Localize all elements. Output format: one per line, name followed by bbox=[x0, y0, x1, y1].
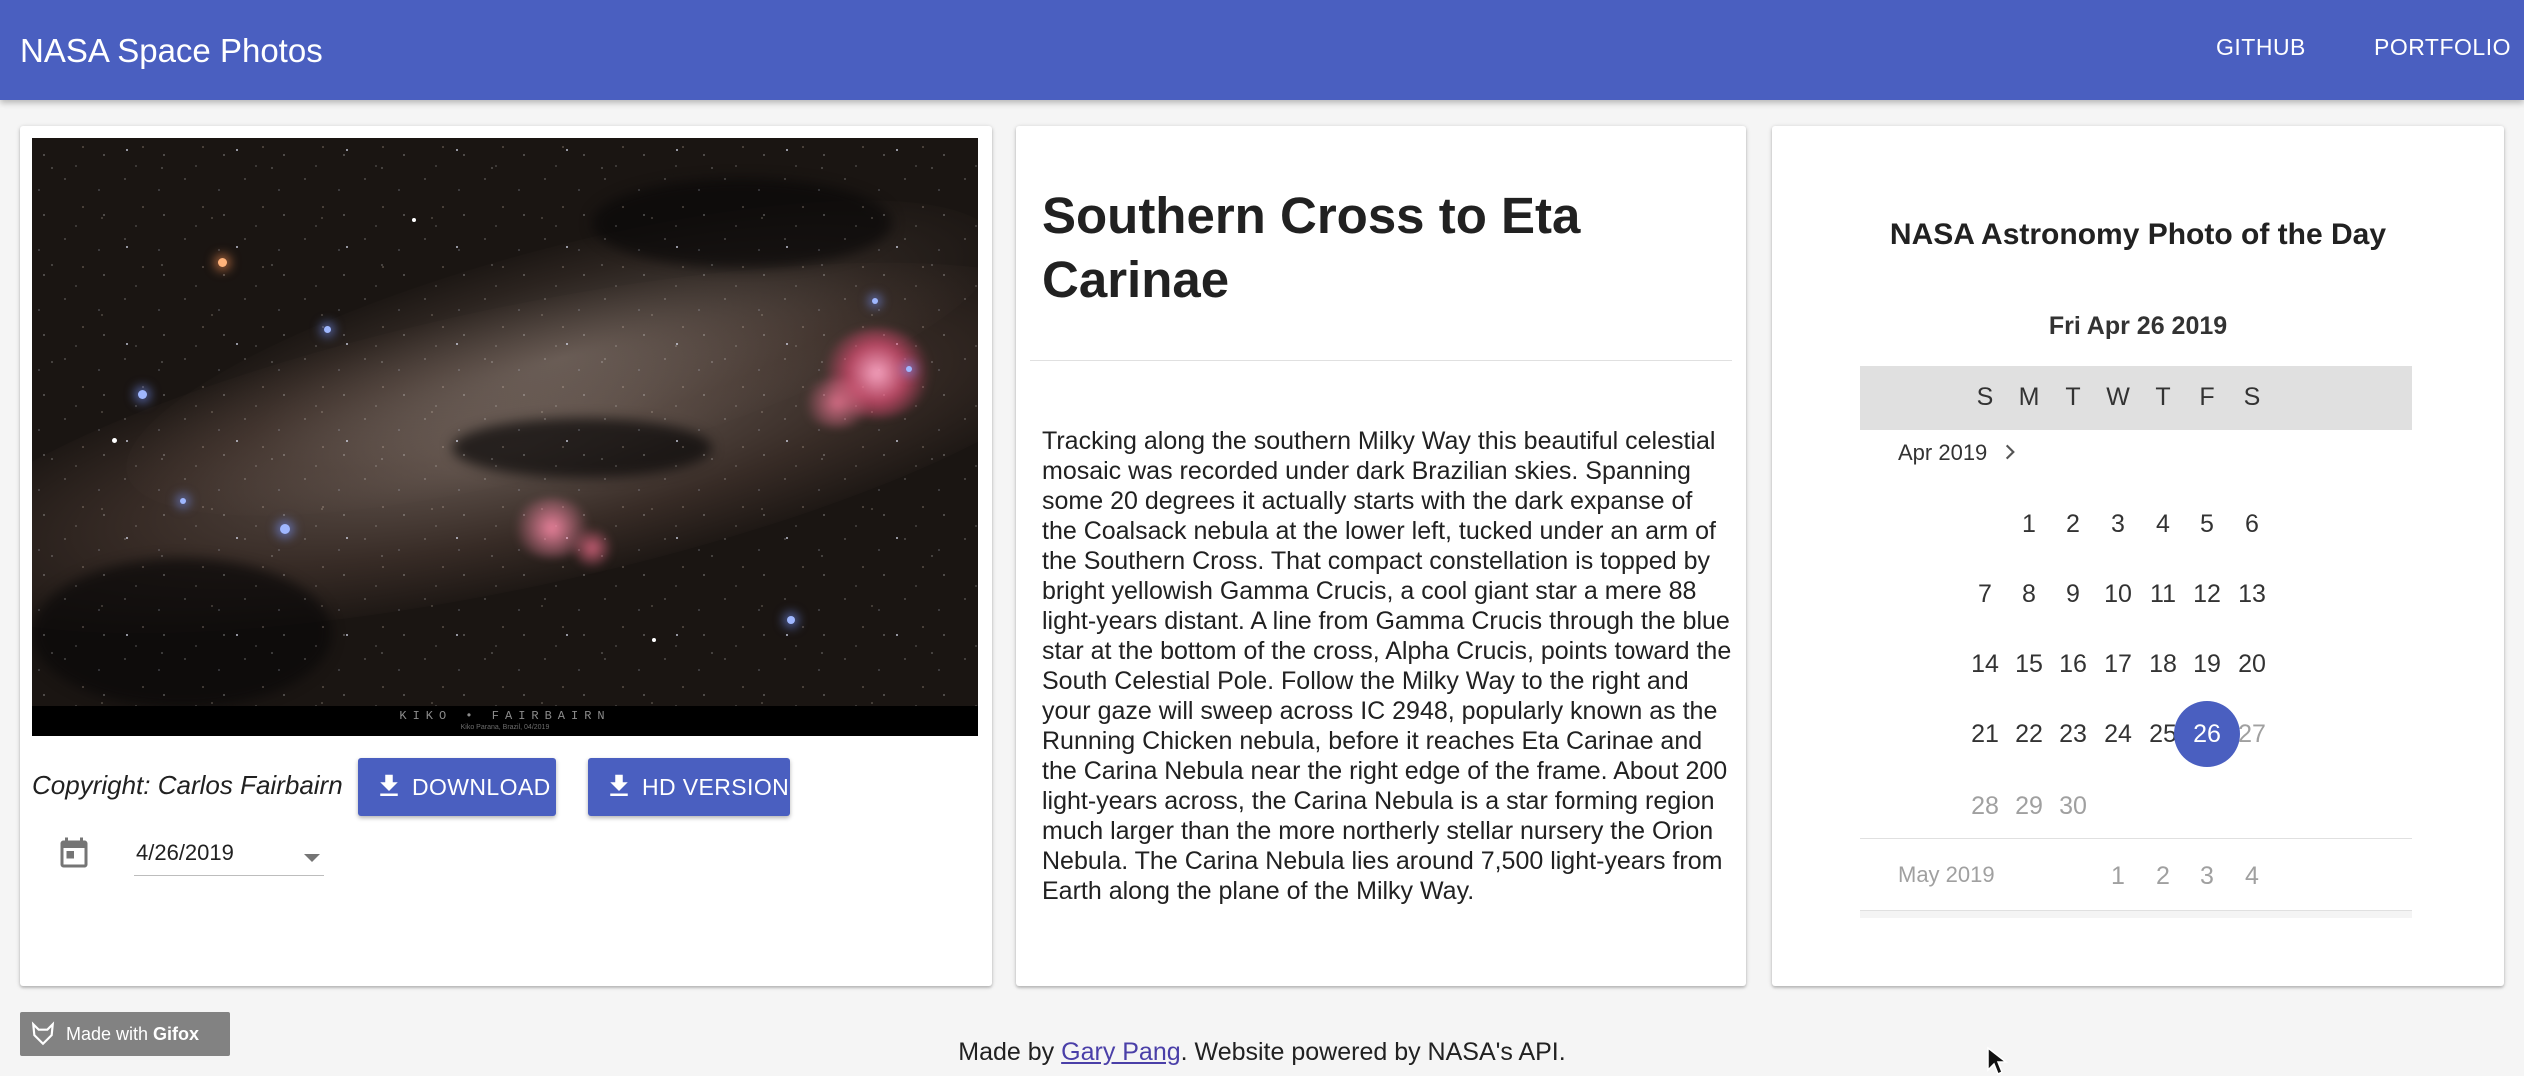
portfolio-link[interactable]: PORTFOLIO bbox=[2374, 34, 2511, 61]
author-link[interactable]: Gary Pang bbox=[1061, 1038, 1181, 1066]
calendar-day[interactable]: 27 bbox=[2219, 701, 2285, 767]
calendar-heading: NASA Astronomy Photo of the Day bbox=[1889, 218, 2387, 251]
calendar-day[interactable]: 4 bbox=[2219, 843, 2285, 909]
calendar-scroll-edge bbox=[1860, 910, 2412, 918]
github-link[interactable]: GITHUB bbox=[2216, 34, 2306, 61]
date-picker-value: 4/26/2019 bbox=[136, 840, 234, 865]
cursor-icon bbox=[1987, 1046, 2008, 1076]
apod-image: KIKO • FAIRBAIRN Kiko Parana, Brazil, 04… bbox=[32, 138, 978, 736]
calendar-day[interactable]: 13 bbox=[2219, 561, 2285, 627]
chevron-right-icon[interactable] bbox=[2000, 442, 2020, 462]
calendar-selected-date: Fri Apr 26 2019 bbox=[2048, 312, 2228, 340]
app-title: NASA Space Photos bbox=[20, 32, 323, 69]
footer: Made by Gary Pang. Website powered by NA… bbox=[0, 1038, 2524, 1067]
calendar-day[interactable]: 30 bbox=[2040, 773, 2106, 839]
download-button[interactable]: DOWNLOAD bbox=[358, 758, 556, 816]
next-month-label: May 2019 bbox=[1898, 862, 1995, 887]
download-icon bbox=[380, 774, 398, 796]
calendar-card: NASA Astronomy Photo of the Day Fri Apr … bbox=[1772, 126, 2504, 986]
caret-down-icon bbox=[304, 854, 320, 862]
photo-watermark: KIKO • FAIRBAIRN bbox=[399, 709, 611, 723]
calendar-icon bbox=[60, 837, 88, 868]
weekday-header: SMTWTFS bbox=[1860, 366, 2412, 430]
photo-watermark-sub: Kiko Parana, Brazil, 04/2019 bbox=[460, 724, 550, 731]
copyright-text: Copyright: Carlos Fairbairn bbox=[32, 770, 343, 800]
apod-explanation: Tracking along the southern Milky Way th… bbox=[1042, 427, 1732, 905]
download-icon bbox=[610, 774, 628, 796]
app-bar: NASA Space Photos GITHUB PORTFOLIO bbox=[0, 0, 2524, 100]
apod-details-card: Southern Cross to Eta Carinae Tracking a… bbox=[1016, 126, 1746, 986]
apod-title: Southern Cross to Eta Carinae bbox=[1042, 187, 1581, 308]
photo-card: KIKO • FAIRBAIRN Kiko Parana, Brazil, 04… bbox=[20, 126, 992, 986]
hd-version-label: HD VERSION bbox=[642, 774, 790, 800]
footer-powered: . Website powered by NASA's API. bbox=[1180, 1038, 1566, 1066]
photo-credit-band: KIKO • FAIRBAIRN Kiko Parana, Brazil, 04… bbox=[32, 706, 978, 736]
calendar-day[interactable]: 20 bbox=[2219, 631, 2285, 697]
divider bbox=[1030, 360, 1732, 361]
weekday-label: S bbox=[2243, 383, 2261, 411]
calendar-day[interactable]: 6 bbox=[2219, 491, 2285, 557]
footer-made-by: Made by bbox=[958, 1038, 1062, 1066]
month-label: Apr 2019 bbox=[1898, 440, 1988, 465]
hd-version-button[interactable]: HD VERSION bbox=[588, 758, 790, 816]
download-label: DOWNLOAD bbox=[412, 774, 551, 800]
divider bbox=[1860, 838, 2412, 839]
date-picker-input[interactable]: 4/26/2019 bbox=[134, 832, 324, 876]
